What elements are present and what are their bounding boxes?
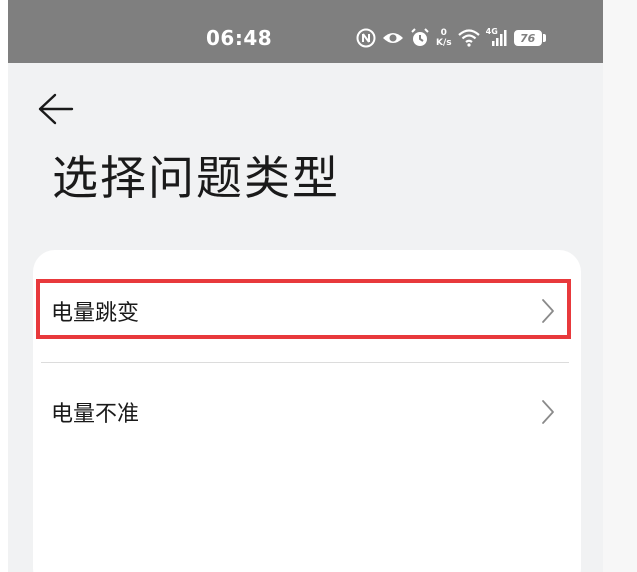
battery-tip: [542, 34, 546, 42]
net-speed-unit: K/s: [436, 38, 452, 48]
phone-screen: 06:48 0 K/s 4G 76 选择问题类型 电量跳变 电量不准: [8, 0, 603, 572]
alarm-icon: [411, 28, 429, 46]
nfc-icon: [356, 28, 376, 48]
net-speed-icon: 0 K/s: [436, 28, 452, 48]
list-item-label: 电量不准: [51, 402, 140, 427]
battery-icon: 76: [513, 30, 546, 46]
status-time: 06:48: [206, 26, 273, 50]
list-item-battery-inaccurate[interactable]: 电量不准: [33, 382, 581, 442]
list-item-battery-jump[interactable]: 电量跳变: [33, 281, 581, 341]
back-button[interactable]: [34, 88, 76, 130]
chevron-right-icon: [542, 400, 554, 424]
arrow-left-icon: [38, 93, 74, 125]
wifi-icon: [457, 29, 480, 47]
signal-icon: 4G: [486, 27, 508, 47]
status-icons: 0 K/s 4G 76: [356, 24, 546, 52]
battery-body: 76: [513, 30, 542, 46]
page-title: 选择问题类型: [52, 151, 340, 205]
net-speed-value: 0: [440, 28, 447, 38]
eye-comfort-icon: [383, 33, 403, 43]
status-bar: 06:48 0 K/s 4G 76: [8, 0, 603, 63]
list-item-label: 电量跳变: [51, 301, 140, 326]
divider: [41, 362, 569, 363]
problem-type-list: 电量跳变 电量不准: [33, 250, 581, 572]
chevron-right-icon: [542, 299, 554, 323]
battery-level: 76: [519, 31, 536, 45]
right-margin-strip: [603, 0, 637, 572]
